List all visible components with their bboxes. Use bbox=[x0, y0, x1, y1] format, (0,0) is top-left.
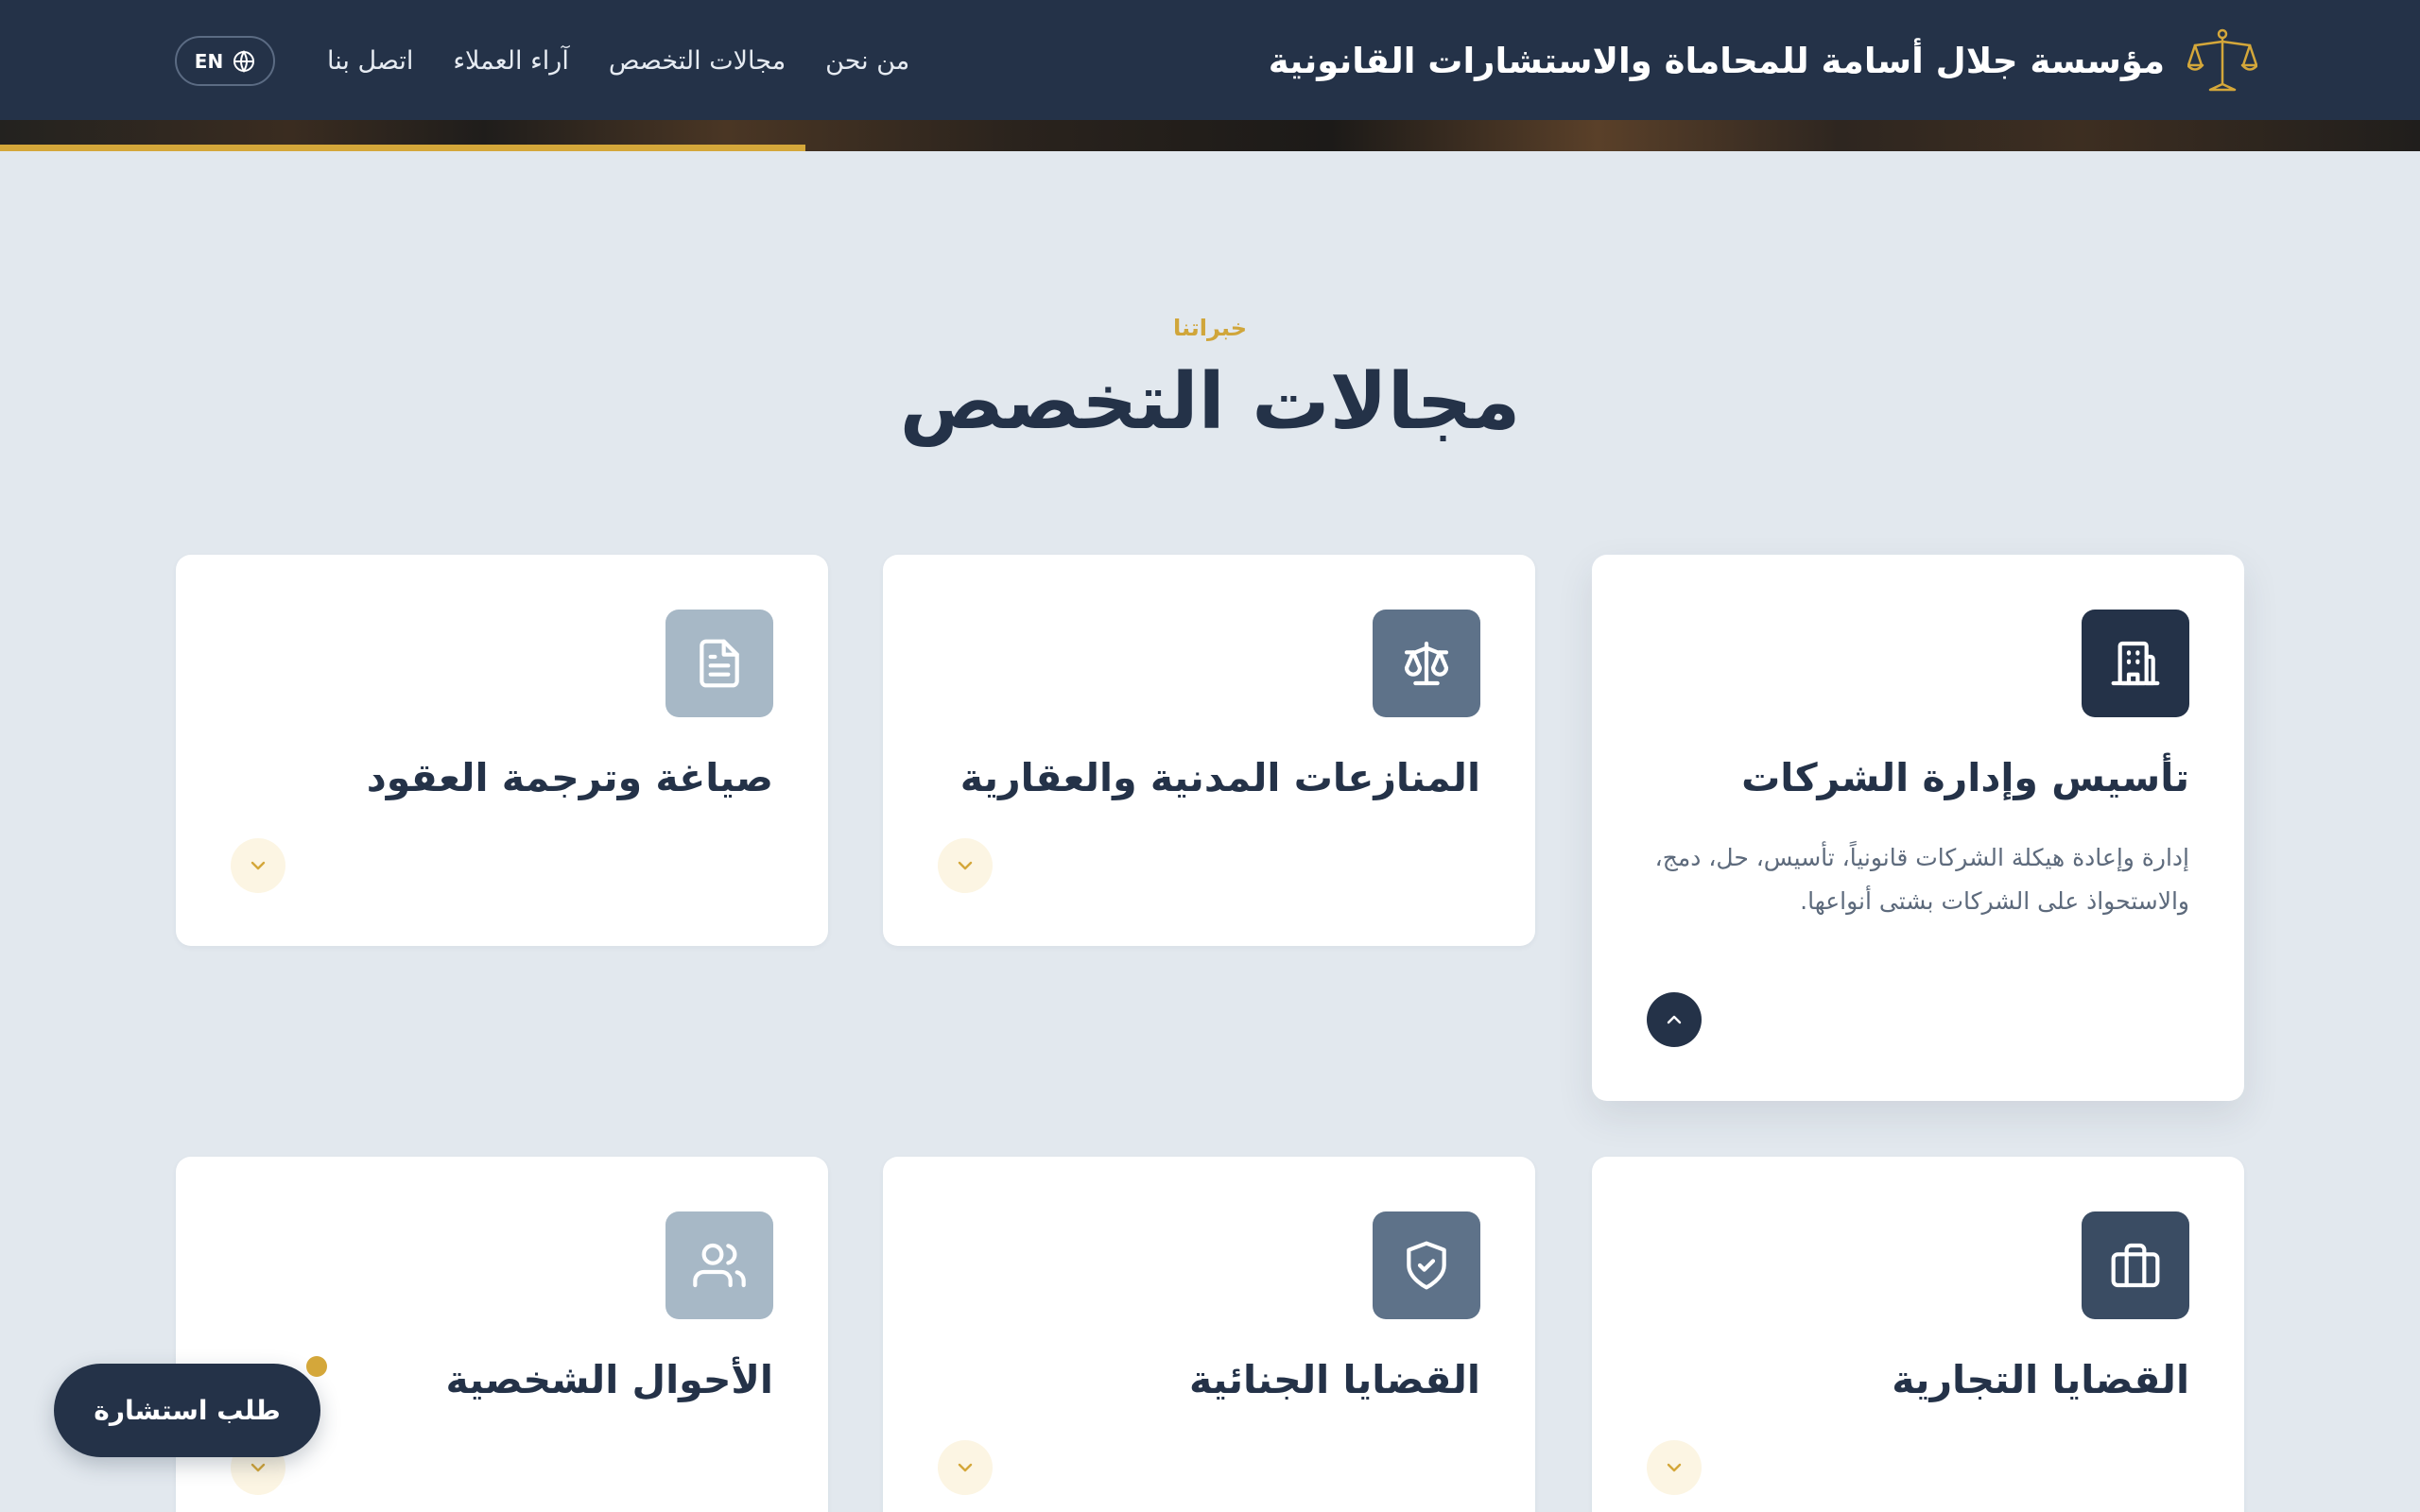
nav-practice-areas[interactable]: مجالات التخصص bbox=[609, 46, 786, 76]
nav-about[interactable]: من نحن bbox=[825, 46, 909, 76]
expand-button[interactable] bbox=[938, 838, 993, 893]
briefcase-icon bbox=[2111, 1243, 2160, 1288]
practice-card-civil-real-estate[interactable]: المنازعات المدنية والعقارية bbox=[883, 555, 1535, 946]
card-icon-box bbox=[1373, 610, 1480, 717]
request-consultation-button[interactable]: طلب استشارة bbox=[54, 1364, 320, 1457]
globe-icon bbox=[233, 49, 255, 73]
expand-button[interactable] bbox=[231, 838, 285, 893]
chevron-down-icon bbox=[958, 861, 973, 870]
card-title: القضايا التجارية bbox=[1892, 1357, 2189, 1402]
language-toggle-button[interactable]: EN bbox=[175, 36, 275, 86]
nav-testimonials[interactable]: آراء العملاء bbox=[453, 46, 569, 76]
expand-button[interactable] bbox=[938, 1440, 993, 1495]
section-title: مجالات التخصص bbox=[899, 357, 1521, 447]
chevron-up-icon bbox=[1667, 1015, 1682, 1024]
practice-card-criminal[interactable]: القضايا الجنائية bbox=[883, 1157, 1535, 1512]
card-icon-box bbox=[2082, 610, 2189, 717]
site-header: مؤسسة جلال أسامة للمحاماة والاستشارات ال… bbox=[0, 0, 2420, 120]
card-icon-box bbox=[1373, 1211, 1480, 1319]
chevron-down-icon bbox=[958, 1463, 973, 1472]
card-icon-box bbox=[666, 610, 773, 717]
card-title: القضايا الجنائية bbox=[1189, 1357, 1480, 1402]
section-eyebrow: خبراتنا bbox=[1172, 315, 1248, 341]
brand-name: مؤسسة جلال أسامة للمحاماة والاستشارات ال… bbox=[1268, 40, 2165, 81]
card-title: المنازعات المدنية والعقارية bbox=[959, 755, 1480, 800]
card-title: صياغة وترجمة العقود bbox=[366, 755, 773, 800]
main-nav: من نحن مجالات التخصص آراء العملاء اتصل ب… bbox=[327, 38, 909, 83]
chevron-down-icon bbox=[251, 1463, 266, 1472]
card-icon-box bbox=[2082, 1211, 2189, 1319]
expand-button[interactable] bbox=[1647, 1440, 1702, 1495]
chevron-down-icon bbox=[251, 861, 266, 870]
practice-card-personal-status[interactable]: الأحوال الشخصية bbox=[176, 1157, 828, 1512]
shield-check-icon bbox=[1407, 1241, 1446, 1290]
brand[interactable]: مؤسسة جلال أسامة للمحاماة والاستشارات ال… bbox=[1269, 23, 2257, 98]
collapse-button[interactable] bbox=[1647, 992, 1702, 1047]
card-icon-box bbox=[666, 1211, 773, 1319]
practice-card-commercial[interactable]: القضايا التجارية bbox=[1592, 1157, 2244, 1512]
nav-contact[interactable]: اتصل بنا bbox=[327, 46, 413, 76]
language-label: EN bbox=[194, 49, 224, 73]
chevron-down-icon bbox=[1667, 1463, 1682, 1472]
practice-card-contracts[interactable]: صياغة وترجمة العقود bbox=[176, 555, 828, 946]
scales-logo-icon bbox=[2187, 28, 2257, 92]
hero-slide-progress-bar bbox=[0, 145, 806, 151]
notification-dot bbox=[306, 1356, 327, 1377]
scale-icon bbox=[1404, 641, 1449, 686]
document-icon bbox=[700, 639, 739, 688]
building-icon bbox=[2111, 641, 2160, 686]
card-title: تأسيس وإدارة الشركات bbox=[1741, 755, 2189, 800]
users-icon bbox=[693, 1243, 746, 1288]
card-description: إدارة وإعادة هيكلة الشركات قانونياً، تأس… bbox=[1654, 844, 2189, 915]
practice-card-corporate[interactable]: تأسيس وإدارة الشركات إدارة وإعادة هيكلة … bbox=[1592, 555, 2244, 1101]
consultation-label: طلب استشارة bbox=[94, 1395, 281, 1426]
